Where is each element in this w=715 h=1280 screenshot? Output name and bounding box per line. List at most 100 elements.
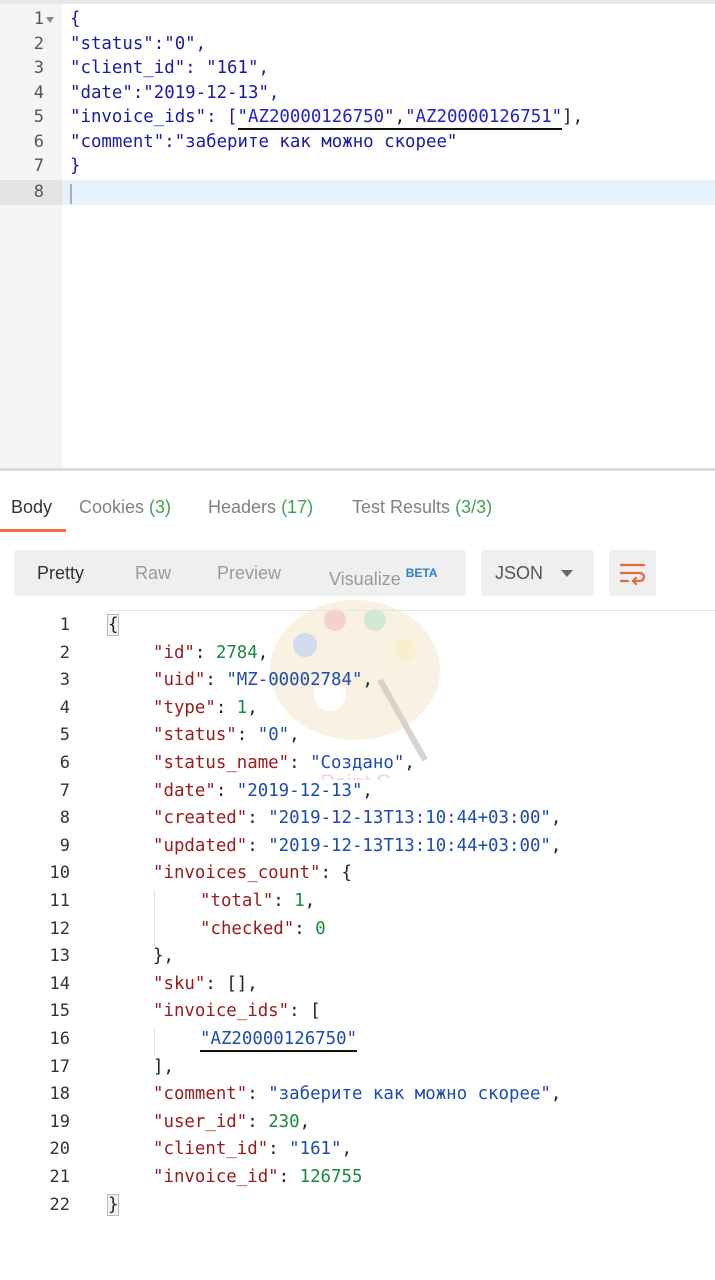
line-number: 5 bbox=[59, 725, 70, 746]
response-line: 14 "sku": [], bbox=[0, 971, 715, 999]
editor-line: 5 "invoice_ids": ["AZ20000126750","AZ200… bbox=[0, 105, 715, 130]
punctuation: , bbox=[404, 753, 415, 773]
line-number: 7 bbox=[59, 780, 70, 801]
bracket: }, bbox=[153, 946, 174, 967]
text-cursor bbox=[70, 184, 72, 204]
response-line: 8 "created": "2019-12-13T13:10:44+03:00", bbox=[0, 805, 715, 833]
response-tabs: Body Cookies (3) Headers (17) Test Resul… bbox=[0, 487, 715, 533]
code-suffix: ], bbox=[562, 107, 584, 127]
bracket: ], bbox=[153, 1056, 174, 1077]
viewer-top-border bbox=[108, 610, 715, 611]
line-number: 22 bbox=[49, 1194, 70, 1215]
wrap-lines-button[interactable] bbox=[609, 550, 656, 596]
json-key: "status_name" bbox=[153, 753, 290, 773]
json-value: 0 bbox=[315, 918, 326, 939]
tab-count-badge: (3/3) bbox=[455, 497, 493, 517]
colon: : bbox=[278, 1167, 300, 1187]
json-value: "MZ-00002784" bbox=[226, 670, 363, 691]
tab-test-results[interactable]: Test Results (3/3) bbox=[352, 487, 492, 533]
punctuation: , bbox=[304, 891, 316, 911]
line-number: 3 bbox=[33, 58, 44, 78]
line-number: 1 bbox=[59, 615, 70, 635]
response-line: 18 "comment": "заберите как можно скорее"… bbox=[0, 1081, 715, 1109]
tab-cookies[interactable]: Cookies (3) bbox=[79, 487, 171, 533]
json-value: 126755 bbox=[299, 1167, 363, 1187]
json-value: "2019-12-13T13:10:44+03:00" bbox=[268, 835, 551, 856]
json-key: "comment" bbox=[153, 1084, 248, 1105]
line-number: 4 bbox=[33, 82, 44, 103]
json-key: "total" bbox=[200, 891, 274, 911]
line-number: 12 bbox=[49, 918, 70, 939]
editor-line: 4 "date":"2019-12-13", bbox=[0, 81, 715, 106]
line-number: 6 bbox=[33, 131, 44, 152]
json-value: 1 bbox=[294, 891, 305, 911]
line-number: 17 bbox=[49, 1056, 70, 1077]
tab-count-badge: (17) bbox=[281, 497, 314, 517]
response-line: 4 "type": 1, bbox=[0, 695, 715, 723]
response-line: 9 "updated": "2019-12-13T13:10:44+03:00", bbox=[0, 833, 715, 861]
line-number: 20 bbox=[49, 1139, 70, 1160]
colon: : bbox=[215, 697, 237, 718]
editor-line-active[interactable]: 8 bbox=[0, 180, 715, 205]
line-number: 2 bbox=[33, 33, 44, 54]
json-key: "sku" bbox=[153, 973, 206, 994]
code-text: "comment":"заберите как можно скорее" bbox=[70, 131, 458, 152]
colon: : bbox=[289, 753, 311, 773]
code-text: "invoice_id": 126755 bbox=[153, 1164, 362, 1192]
colon: : bbox=[194, 642, 216, 663]
pretty-button[interactable]: Pretty bbox=[37, 550, 84, 596]
line-number: 7 bbox=[33, 156, 44, 176]
tab-headers[interactable]: Headers (17) bbox=[208, 487, 313, 533]
code-text: "checked": 0 bbox=[200, 916, 326, 944]
editor-line: 1 { bbox=[0, 7, 715, 32]
response-line: 12 "checked": 0 bbox=[0, 916, 715, 944]
json-key: "invoice_id" bbox=[153, 1167, 279, 1187]
line-number: 8 bbox=[59, 808, 70, 829]
pane-divider[interactable] bbox=[0, 468, 715, 471]
code-text: "status": "0", bbox=[153, 722, 300, 750]
json-key: "status" bbox=[153, 725, 237, 746]
request-body-editor[interactable]: 1 { 2 "status":"0", 3 "client_id": "161"… bbox=[0, 0, 715, 468]
response-line: 10 "invoices_count": { bbox=[0, 860, 715, 888]
tab-body[interactable]: Body bbox=[11, 487, 52, 533]
punctuation: , bbox=[550, 835, 562, 856]
punctuation: , bbox=[362, 670, 373, 691]
response-line: 2 "id": 2784, bbox=[0, 640, 715, 668]
json-key: "invoices_count" bbox=[153, 863, 321, 884]
fold-caret-icon[interactable] bbox=[46, 17, 54, 23]
code-text: "invoice_ids": [ bbox=[153, 998, 321, 1026]
bracket: } bbox=[106, 1193, 120, 1216]
line-number: 6 bbox=[59, 753, 70, 773]
format-select[interactable]: JSON bbox=[481, 550, 594, 596]
response-line: 22} bbox=[0, 1192, 715, 1220]
line-number: 19 bbox=[49, 1111, 70, 1132]
line-number: 3 bbox=[59, 670, 70, 691]
code-text: } bbox=[106, 1192, 120, 1220]
code-text: "invoices_count": { bbox=[153, 860, 352, 888]
chevron-down-icon bbox=[561, 570, 573, 577]
raw-button[interactable]: Raw bbox=[135, 550, 171, 596]
code-text: { bbox=[106, 612, 120, 640]
json-value: [] bbox=[226, 973, 248, 994]
response-line: 17], bbox=[0, 1054, 715, 1082]
code-text: "sku": [], bbox=[153, 971, 258, 999]
json-key: "checked" bbox=[200, 918, 295, 939]
response-line: 20 "client_id": "161", bbox=[0, 1136, 715, 1164]
colon: : bbox=[247, 835, 269, 856]
code-text: "uid": "MZ-00002784", bbox=[153, 667, 373, 695]
response-line: 6 "status_name": "Создано", bbox=[0, 750, 715, 778]
active-tab-indicator bbox=[0, 529, 66, 532]
json-key: "invoice_ids" bbox=[153, 1001, 290, 1022]
code-text: } bbox=[70, 156, 81, 176]
response-line: 21 "invoice_id": 126755 bbox=[0, 1164, 715, 1192]
code-text: { bbox=[70, 9, 81, 29]
response-body-viewer[interactable]: 1{2 "id": 2784, 3 "uid": "MZ-00002784", 4 "ty… bbox=[0, 610, 715, 1230]
punctuation: , bbox=[247, 973, 258, 994]
code-text: "updated": "2019-12-13T13:10:44+03:00", bbox=[153, 833, 561, 861]
json-value: "Создано" bbox=[310, 753, 405, 773]
editor-line: 3 "client_id": "161", bbox=[0, 56, 715, 81]
json-key: "uid" bbox=[153, 670, 206, 691]
punctuation: , bbox=[299, 1111, 311, 1132]
colon: : bbox=[320, 863, 342, 884]
invoice-id-underlined: "AZ20000126750" bbox=[237, 107, 395, 130]
